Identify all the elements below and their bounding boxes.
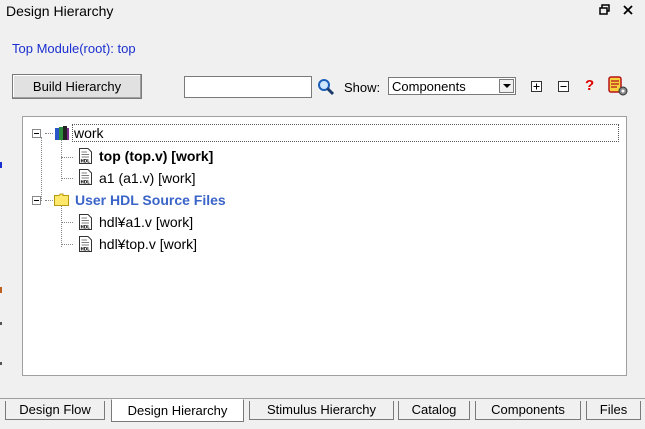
tree-connector (61, 222, 73, 223)
show-select-value: Components (392, 79, 466, 94)
tree-label-a1[interactable]: a1 (a1.v) [work] (99, 170, 195, 186)
tab-stimulus-hierarchy[interactable]: Stimulus Hierarchy (249, 401, 394, 420)
search-input[interactable] (184, 76, 312, 98)
chevron-down-icon[interactable] (499, 79, 514, 93)
tree-connector (61, 139, 62, 181)
tree-label-top[interactable]: top (top.v) [work] (99, 148, 213, 164)
tree-label-work: work (74, 125, 104, 141)
hdl-file-icon: HDL (79, 236, 92, 252)
hdl-file-icon: HDL (79, 214, 92, 230)
tree-connector (61, 205, 62, 247)
svg-text:HDL: HDL (81, 180, 91, 185)
tree-label-hdl-top[interactable]: hdl¥top.v [work] (99, 236, 197, 252)
tree-row-work[interactable]: work (72, 124, 619, 142)
search-icon[interactable] (317, 78, 335, 96)
svg-text:HDL: HDL (81, 225, 91, 230)
window-title: Design Hierarchy (6, 3, 114, 19)
tree-connector (45, 133, 53, 134)
expand-all-icon[interactable] (531, 81, 542, 92)
tab-components[interactable]: Components (475, 401, 581, 420)
tree-connector (45, 200, 53, 201)
build-hierarchy-button[interactable]: Build Hierarchy (12, 74, 142, 99)
tree-connector (61, 244, 73, 245)
settings-icon[interactable] (607, 75, 629, 97)
tab-files[interactable]: Files (586, 401, 641, 420)
tab-design-hierarchy[interactable]: Design Hierarchy (111, 399, 244, 422)
show-label: Show: (344, 80, 381, 95)
tab-design-flow[interactable]: Design Flow (5, 401, 105, 420)
svg-text:HDL: HDL (81, 159, 91, 164)
svg-text:HDL: HDL (81, 247, 91, 252)
help-button[interactable]: ? (585, 77, 594, 94)
tree-connector (61, 178, 73, 179)
tab-catalog[interactable]: Catalog (398, 401, 470, 420)
hdl-file-icon: HDL (79, 148, 92, 164)
hdl-file-icon: HDL (79, 169, 92, 185)
folder-icon (54, 193, 69, 206)
collapse-toggle-user-hdl[interactable] (32, 196, 41, 205)
tree-label-hdl-a1[interactable]: hdl¥a1.v [work] (99, 214, 193, 230)
top-module-label: Top Module(root): top (12, 41, 136, 56)
collapse-all-icon[interactable] (558, 81, 569, 92)
hierarchy-tree[interactable]: work HDL top (top.v) [work] HDL a1 (a1.v… (22, 116, 627, 376)
tree-label-user-hdl[interactable]: User HDL Source Files (75, 192, 226, 208)
tree-connector (61, 157, 73, 158)
library-books-icon (55, 126, 69, 140)
left-edge-strip (0, 112, 4, 380)
show-select[interactable]: Components (388, 77, 516, 95)
close-icon[interactable] (620, 2, 636, 18)
restore-icon[interactable] (597, 2, 613, 18)
left-edge-marks (0, 162, 2, 365)
tree-connector (41, 137, 42, 201)
collapse-toggle-work[interactable] (32, 129, 41, 138)
